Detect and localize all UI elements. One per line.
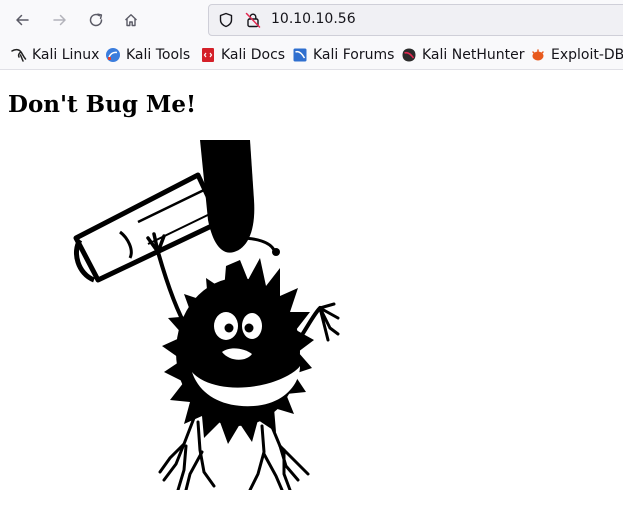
bookmark-kali-nethunter[interactable]: Kali NetHunter [401,46,524,64]
back-button[interactable] [8,6,36,34]
bookmark-exploit-db[interactable]: Exploit-DB [530,46,623,64]
bookmark-label: Kali Forums [313,47,395,63]
exploit-db-icon [532,49,544,61]
bookmark-kali-forums[interactable]: Kali Forums [292,46,394,64]
kali-forums-icon [293,48,307,62]
bookmark-kali-docs[interactable]: Kali Docs [200,46,285,64]
nethunter-icon [402,48,416,62]
home-icon [125,14,137,27]
kali-tools-icon [106,48,120,62]
arrow-right-icon [53,14,66,26]
page-heading: Don't Bug Me! [8,91,197,118]
arrow-left-icon [16,14,29,26]
url-text[interactable]: 10.10.10.56 [271,11,356,27]
forward-button[interactable] [46,6,74,34]
bookmark-kali-tools[interactable]: Kali Tools [105,46,190,64]
browser-toolbar: 10.10.10.56 [0,0,623,40]
insecure-lock-icon[interactable] [245,12,261,28]
tracking-protection-shield-icon[interactable] [218,12,234,28]
url-bar[interactable]: 10.10.10.56 [208,4,623,36]
kali-docs-icon [202,48,214,62]
bookmark-kali-linux[interactable]: Kali Linux [11,46,99,64]
bookmark-label: Kali Tools [126,47,191,63]
bookmark-label: Exploit-DB [551,47,623,63]
home-button[interactable] [117,6,145,34]
reload-icon [89,13,103,27]
bug-image [8,140,353,490]
reload-button[interactable] [82,6,110,34]
bookmark-label: Kali Docs [221,47,286,63]
bookmarks-toolbar: Kali Linux Kali Tools Kali Docs Kali For… [0,40,623,70]
bookmark-label: Kali NetHunter [422,47,525,63]
bookmark-label: Kali Linux [32,47,100,63]
kali-dragon-icon [11,48,27,62]
